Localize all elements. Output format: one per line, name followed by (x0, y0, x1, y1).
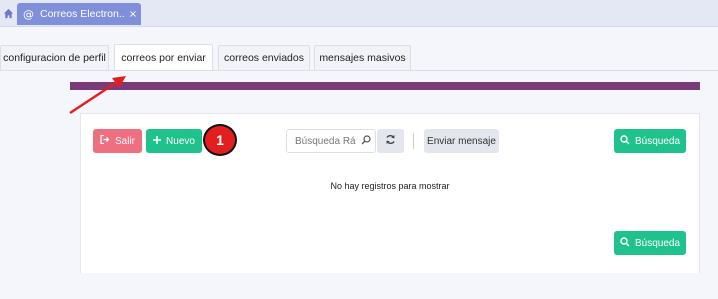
tab-correos-enviados[interactable]: correos enviados (218, 45, 310, 70)
tab-divider (0, 70, 718, 71)
enviar-mensaje-label: Enviar mensaje (427, 135, 496, 147)
app-tab-correos[interactable]: @ Correos Electron... × (17, 3, 141, 25)
at-icon: @ (23, 7, 34, 21)
empty-records-message: No hay registros para mostrar (330, 181, 450, 191)
header-accent-bar (70, 82, 700, 90)
salir-label: Salir (114, 135, 135, 147)
window-tab-bar: @ Correos Electron... × (0, 0, 718, 27)
busqueda-label: Búsqueda (634, 135, 681, 147)
salir-button[interactable]: Salir (93, 129, 142, 153)
nuevo-label: Nuevo (166, 135, 195, 147)
busqueda-button[interactable]: Búsqueda (614, 129, 686, 153)
nuevo-button[interactable]: Nuevo (146, 129, 202, 153)
search-icon[interactable] (357, 134, 375, 148)
search-placeholder: Búsqueda Rá (295, 135, 356, 147)
search-icon (620, 236, 630, 250)
search-icon (620, 134, 630, 148)
tab-configuracion-de-perfil[interactable]: configuracion de perfil (0, 45, 109, 70)
sign-out-icon (100, 134, 110, 147)
tab-correos-por-enviar[interactable]: correos por enviar (114, 44, 213, 71)
enviar-mensaje-button[interactable]: Enviar mensaje (424, 129, 499, 153)
refresh-button[interactable] (377, 129, 404, 153)
busqueda-label-bottom: Búsqueda (634, 237, 681, 249)
plus-icon (153, 135, 162, 147)
annotation-step-badge: 1 (203, 124, 237, 156)
toolbar-separator (413, 133, 414, 149)
close-icon[interactable]: × (125, 9, 141, 20)
busqueda-button-bottom[interactable]: Búsqueda (614, 231, 686, 255)
tab-mensajes-masivos[interactable]: mensajes masivos (314, 45, 411, 70)
refresh-icon (385, 134, 396, 148)
quick-search-input[interactable]: Búsqueda Rá (286, 129, 376, 153)
app-tab-title: Correos Electron... (40, 8, 125, 20)
home-icon[interactable] (0, 3, 16, 24)
